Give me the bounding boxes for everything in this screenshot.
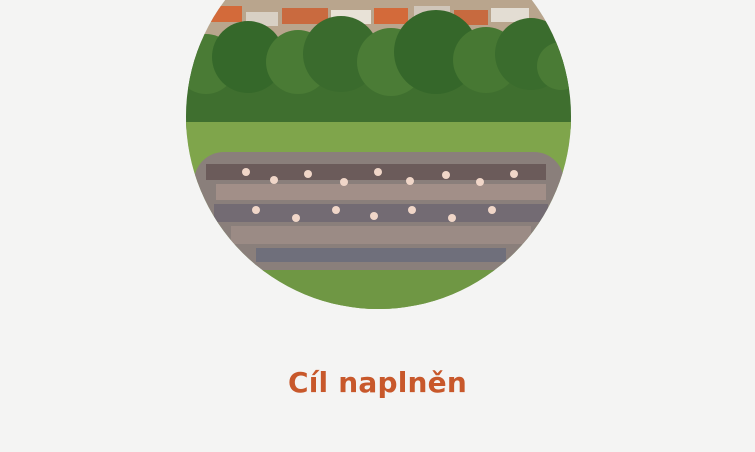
group-photo-image (186, 0, 571, 309)
goal-achieved-title: Cíl naplněn (287, 366, 468, 399)
group-photo (186, 0, 571, 309)
goal-complete-screen: Cíl naplněn (0, 0, 755, 452)
